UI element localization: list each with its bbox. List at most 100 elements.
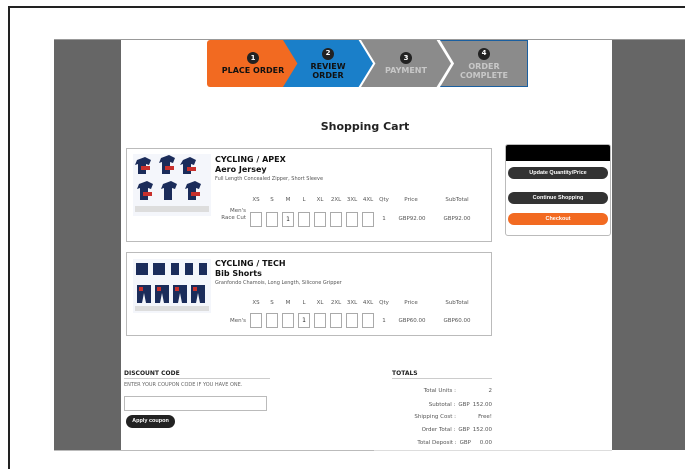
item-fit: Men's Race Cut (221, 208, 246, 221)
step-number: 3 (400, 52, 412, 64)
totals-row: Total Units : 2 (370, 388, 492, 394)
subtotal-header: SubTotal (445, 300, 469, 306)
totals-row-value: 152.00 (472, 427, 492, 433)
price-header: Price (404, 300, 418, 306)
totals-row: Total Deposit : GBP 0.00 (370, 440, 492, 446)
step-number: 4 (478, 47, 490, 60)
size-header: L (302, 197, 306, 203)
page-bottom-border (374, 450, 612, 451)
step-label: ORDER COMPLETE (460, 61, 508, 80)
size-qty-input[interactable] (266, 212, 278, 227)
product-image[interactable] (133, 154, 211, 216)
item-description: Granfondo Chamois, Long Length, Silicone… (215, 280, 342, 286)
size-qty-input[interactable]: 1 (282, 212, 294, 227)
item-subtotal: GBP60.00 (443, 318, 471, 324)
size-qty-input[interactable] (330, 313, 342, 328)
size-qty-input[interactable] (298, 212, 310, 227)
continue-shopping-button[interactable]: Continue Shopping (508, 192, 608, 204)
totals-title: TOTALS (392, 370, 418, 377)
totals-row: Subtotal : GBP 152.00 (370, 402, 492, 408)
totals-divider (392, 378, 492, 379)
size-qty-input[interactable] (330, 212, 342, 227)
size-header: 2XL (330, 197, 342, 203)
totals-row: Shipping Cost : Free! (370, 414, 492, 420)
totals-row-label: Order Total : (421, 427, 456, 433)
totals-row-label: Shipping Cost : (414, 414, 456, 420)
window-frame-top (8, 6, 685, 8)
qty-header: Qty (379, 300, 389, 306)
totals-row-label: Total Units : (423, 388, 456, 394)
step-place-order[interactable]: 1 PLACE ORDER (207, 40, 299, 87)
totals-row-value: 2 (488, 388, 493, 394)
totals-row-label: Total Deposit : (417, 440, 457, 446)
checkout-button[interactable]: Checkout (508, 213, 608, 225)
discount-title: DISCOUNT CODE (124, 370, 180, 377)
item-subtotal: GBP92.00 (443, 216, 471, 222)
step-label: PLACE ORDER (221, 66, 285, 75)
size-qty-input[interactable] (266, 313, 278, 328)
totals-row-currency: GBP (458, 427, 470, 433)
totals-row-value: Free! (478, 414, 492, 420)
size-qty-input[interactable] (362, 313, 374, 328)
item-fit: Men's (230, 318, 246, 324)
qty-header: Qty (379, 197, 389, 203)
totals-row: Order Total : GBP 152.00 (370, 427, 492, 433)
totals-row-currency: GBP (458, 402, 470, 408)
size-header: XS (252, 197, 260, 203)
size-qty-input[interactable]: 1 (298, 313, 310, 328)
item-category: CYCLING / TECH (215, 259, 286, 268)
item-description: Full Length Concealed Zipper, Short Slee… (215, 176, 324, 182)
item-qty: 1 (382, 318, 386, 324)
subtotal-header: SubTotal (445, 197, 469, 203)
size-header: 2XL (330, 300, 342, 306)
size-header: 4XL (362, 300, 374, 306)
step-number: 2 (322, 47, 334, 60)
discount-help-text: ENTER YOUR COUPON CODE IF YOU HAVE ONE. (124, 382, 243, 388)
totals-row-currency: GBP (459, 440, 471, 446)
size-qty-input[interactable] (346, 212, 358, 227)
size-qty-input[interactable] (314, 313, 326, 328)
size-header: XS (252, 300, 260, 306)
page-title: Shopping Cart (320, 120, 410, 133)
size-qty-input[interactable] (250, 212, 262, 227)
item-category: CYCLING / APEX (215, 155, 286, 164)
cart-item: CYCLING / APEX Aero Jersey Full Length C… (126, 148, 492, 242)
page-gutter-left (54, 40, 121, 450)
size-header: 4XL (362, 197, 374, 203)
item-price: GBP92.00 (398, 216, 426, 222)
item-name[interactable]: Bib Shorts (215, 269, 262, 278)
item-name[interactable]: Aero Jersey (215, 165, 267, 174)
step-order-complete: 4 ORDER COMPLETE (440, 40, 528, 87)
price-header: Price (404, 197, 418, 203)
coupon-input[interactable] (124, 396, 267, 411)
size-qty-input[interactable] (282, 313, 294, 328)
cart-actions-panel: Update Quantity/Price Continue Shopping … (505, 144, 611, 236)
step-number: 1 (247, 52, 259, 64)
totals-row-label: Subtotal : (428, 402, 456, 408)
size-header: M (285, 197, 291, 203)
size-header: S (270, 197, 274, 203)
cart-actions-header (506, 145, 610, 161)
size-qty-input[interactable] (250, 313, 262, 328)
size-header: S (270, 300, 274, 306)
step-label: REVIEW ORDER (310, 61, 346, 80)
totals-row-value: 0.00 (479, 440, 492, 446)
totals-row-value: 152.00 (472, 402, 492, 408)
cart-item: CYCLING / TECH Bib Shorts Granfondo Cham… (126, 252, 492, 336)
step-payment: 3 PAYMENT (361, 40, 451, 87)
size-header: 3XL (346, 197, 358, 203)
apply-coupon-button[interactable]: Apply coupon (126, 415, 175, 428)
item-qty: 1 (382, 216, 386, 222)
size-qty-input[interactable] (346, 313, 358, 328)
page-bottom-border (54, 450, 374, 451)
size-header: XL (316, 300, 324, 306)
product-image[interactable] (133, 259, 211, 313)
size-qty-input[interactable] (314, 212, 326, 227)
size-header: XL (316, 197, 324, 203)
size-qty-input[interactable] (362, 212, 374, 227)
step-label: PAYMENT (385, 66, 427, 75)
update-quantity-button[interactable]: Update Quantity/Price (508, 167, 608, 179)
page-gutter-right (612, 40, 685, 450)
item-price: GBP60.00 (398, 318, 426, 324)
size-header: M (285, 300, 291, 306)
